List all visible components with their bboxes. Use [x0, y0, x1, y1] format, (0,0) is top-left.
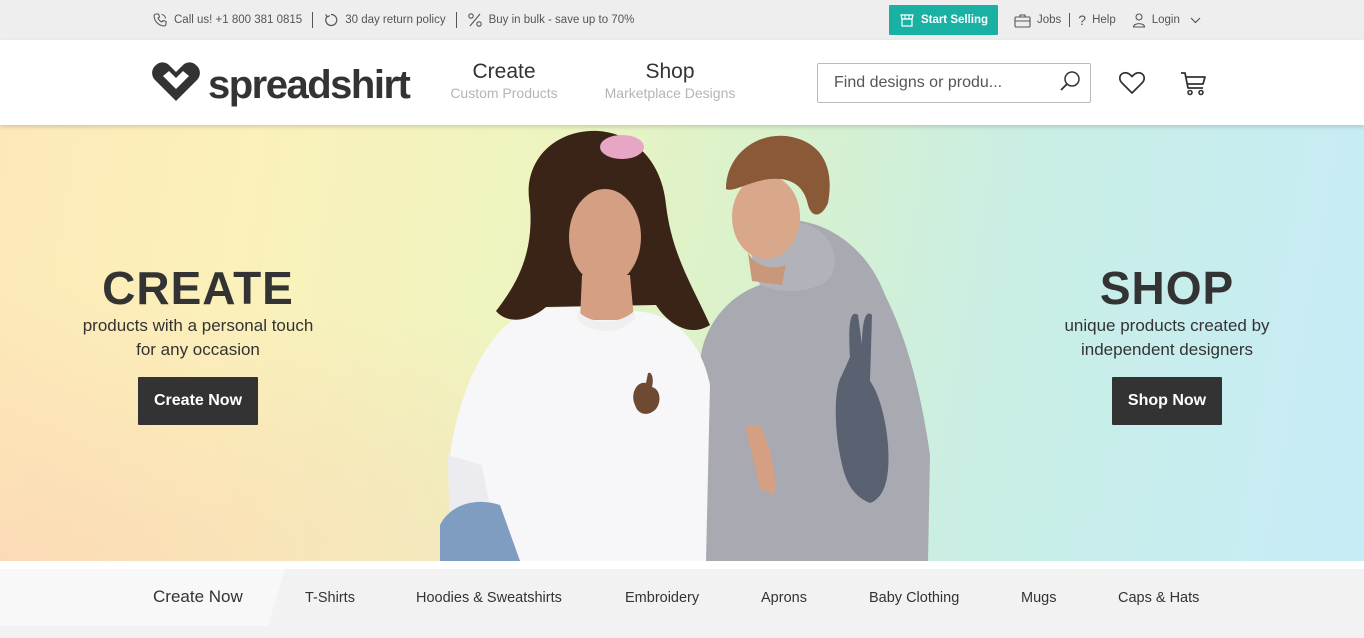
category-caps-hats[interactable]: Caps & Hats [1118, 590, 1199, 606]
category-mugs[interactable]: Mugs [1021, 590, 1056, 606]
hero-models-image [430, 125, 940, 561]
utility-links: Call us! +1 800 381 0815 30 day return p… [152, 0, 634, 40]
login-link[interactable]: Login [1132, 12, 1201, 28]
hero-shop-line2: independent designers [1080, 340, 1254, 359]
create-now-button[interactable]: Create Now [137, 377, 259, 425]
category-bar: Create Now T-Shirts Hoodies & Sweatshirt… [0, 569, 1364, 638]
start-selling-button[interactable]: Start Selling [889, 5, 998, 35]
nav-create-subtitle: Custom Products [450, 85, 558, 101]
hero-banner: CREATE products with a personal touch fo… [0, 125, 1364, 561]
help-label: Help [1092, 14, 1116, 26]
chevron-down-icon [1190, 17, 1201, 24]
nav-shop-subtitle: Marketplace Designs [604, 85, 736, 101]
nav-shop-title: Shop [645, 60, 695, 83]
percent-icon [467, 12, 483, 28]
category-create-now-label: Create Now [153, 587, 243, 606]
category-embroidery[interactable]: Embroidery [625, 590, 699, 606]
divider [455, 12, 457, 28]
divider [1069, 13, 1071, 27]
category-baby-clothing[interactable]: Baby Clothing [869, 590, 959, 606]
hero-create: CREATE products with a personal touch fo… [40, 125, 356, 425]
bulk-link[interactable]: Buy in bulk - save up to 70% [467, 12, 635, 28]
cart-button[interactable] [1180, 71, 1207, 101]
start-selling-label: Start Selling [920, 14, 989, 26]
nav-create[interactable]: Create Custom Products [447, 60, 561, 102]
category-aprons[interactable]: Aprons [761, 590, 807, 606]
search-icon [1059, 70, 1081, 97]
jobs-link[interactable]: Jobs [1014, 13, 1061, 28]
divider [312, 12, 314, 28]
briefcase-icon [1014, 13, 1031, 28]
store-icon [899, 12, 915, 28]
returns-link[interactable]: 30 day return policy [323, 12, 446, 28]
hero-create-heading: CREATE [102, 262, 294, 314]
category-create-now[interactable]: Create Now [0, 569, 285, 626]
utility-bar: Call us! +1 800 381 0815 30 day return p… [0, 0, 1364, 40]
nav-shop[interactable]: Shop Marketplace Designs [601, 60, 739, 102]
bulk-text: Buy in bulk - save up to 70% [488, 14, 635, 26]
hero-shop-heading: SHOP [1099, 262, 1235, 314]
category-t-shirts[interactable]: T-Shirts [305, 590, 355, 606]
main-header: spreadshirt Create Custom Products Shop … [0, 40, 1364, 125]
phone-link[interactable]: Call us! +1 800 381 0815 [152, 12, 302, 28]
hero-create-line1: products with a personal touch [82, 316, 314, 335]
help-link[interactable]: ? Help [1078, 12, 1115, 28]
hero-shop-line1: unique products created by [1064, 316, 1270, 335]
search-input[interactable] [818, 65, 1050, 101]
help-icon: ? [1078, 12, 1087, 28]
search-button[interactable] [1050, 64, 1090, 102]
return-icon [323, 12, 339, 28]
hero-shop: SHOP unique products created by independ… [1008, 125, 1326, 425]
user-icon [1132, 12, 1146, 28]
logo-text: spreadshirt [208, 62, 411, 107]
wishlist-button[interactable] [1118, 71, 1146, 100]
phone-icon [152, 12, 168, 28]
search-box [817, 63, 1091, 103]
logo-heart-icon [152, 61, 200, 108]
account-links: Start Selling Jobs ? Help Login [889, 5, 1201, 35]
category-hoodies[interactable]: Hoodies & Sweatshirts [416, 590, 562, 606]
hero-create-line2: for any occasion [136, 340, 260, 359]
returns-text: 30 day return policy [345, 14, 446, 26]
shop-now-button[interactable]: Shop Now [1111, 377, 1223, 425]
nav-create-title: Create [472, 60, 536, 83]
phone-text: Call us! +1 800 381 0815 [174, 14, 303, 26]
jobs-label: Jobs [1037, 14, 1062, 26]
heart-icon [1118, 71, 1146, 99]
login-label: Login [1151, 14, 1180, 26]
logo[interactable]: spreadshirt [152, 61, 411, 108]
cart-icon [1180, 72, 1207, 100]
